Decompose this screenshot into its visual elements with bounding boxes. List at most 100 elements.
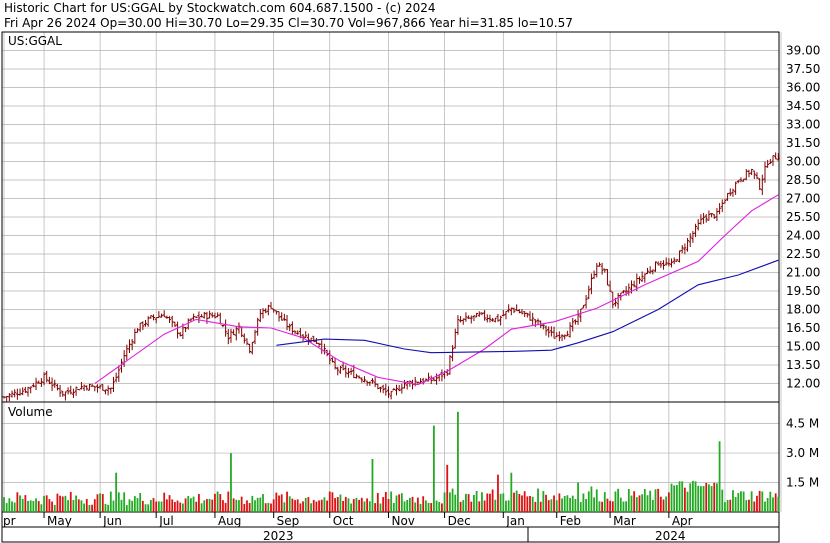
volume-bar — [32, 500, 35, 512]
price-tick-label: 15.00 — [786, 340, 820, 354]
volume-bar — [294, 500, 296, 512]
volume-bar — [246, 500, 248, 512]
volume-bar — [200, 503, 203, 512]
volume-bar — [708, 484, 710, 512]
volume-bar — [125, 505, 128, 512]
stock-chart: Historic Chart for US:GGAL by Stockwatch… — [0, 0, 830, 543]
volume-bar — [371, 458, 374, 512]
volume-bar — [149, 499, 152, 512]
volume-bar — [603, 492, 606, 512]
volume-bar — [75, 495, 77, 512]
volume-bar — [416, 497, 419, 512]
volume-bar — [203, 500, 206, 512]
volume-bar — [465, 493, 467, 512]
volume-bar — [222, 500, 224, 512]
volume-bar — [379, 503, 382, 512]
volume-bar — [251, 495, 254, 512]
volume-bar — [745, 500, 748, 512]
month-label: Sep — [277, 514, 300, 528]
volume-bar — [689, 483, 692, 512]
volume-bar — [211, 499, 214, 512]
volume-bar — [579, 502, 582, 512]
volume-bar — [214, 493, 216, 512]
volume-bar — [638, 495, 641, 512]
volume-bar — [307, 497, 310, 512]
volume-bar — [523, 491, 526, 512]
volume-bar — [59, 495, 61, 512]
volume-bar — [758, 490, 761, 512]
volume-bar — [582, 493, 585, 512]
volume-bar — [691, 480, 694, 512]
price-tick-label: 39.00 — [786, 44, 820, 58]
volume-bar — [545, 494, 547, 512]
volume-bar — [675, 485, 678, 512]
volume-bar — [272, 499, 275, 512]
volume-bar — [742, 491, 745, 512]
volume-bar — [550, 499, 553, 512]
volume-bar — [320, 499, 323, 512]
volume-bar — [659, 496, 662, 512]
price-tick-label: 13.50 — [786, 358, 820, 372]
volume-bar — [705, 482, 708, 512]
volume-bar — [336, 497, 339, 512]
volume-bar — [187, 496, 190, 512]
volume-bar — [432, 425, 435, 512]
chart-header-line1: Historic Chart for US:GGAL by Stockwatch… — [4, 1, 436, 15]
volume-bar — [360, 497, 363, 512]
volume-bar — [24, 495, 27, 512]
volume-bar — [422, 496, 425, 512]
price-tick-label: 28.50 — [786, 173, 820, 187]
volume-bar — [315, 501, 318, 512]
volume-bar — [414, 502, 417, 512]
volume-bar — [459, 501, 462, 512]
volume-bar — [699, 486, 702, 512]
volume-bar — [123, 492, 126, 512]
volume-bar — [155, 501, 158, 512]
volume-bar — [585, 498, 587, 512]
volume-bar — [518, 493, 521, 512]
price-tick-label: 27.00 — [786, 192, 820, 206]
volume-bar — [427, 502, 430, 512]
volume-bar — [678, 481, 681, 512]
volume-bar — [80, 500, 83, 512]
volume-bar — [374, 503, 377, 512]
volume-bar — [85, 499, 88, 512]
volume-bar — [716, 483, 718, 512]
price-tick-label: 33.00 — [786, 118, 820, 132]
volume-bar — [769, 491, 772, 512]
price-tick-label: 21.00 — [786, 266, 820, 280]
volume-bar — [438, 501, 441, 512]
volume-bar — [347, 498, 350, 512]
volume-bar — [16, 492, 19, 512]
volume-bar — [574, 499, 577, 512]
volume-bar — [555, 500, 558, 512]
price-tick-label: 16.50 — [786, 321, 820, 335]
volume-bar — [173, 502, 176, 512]
year-label: 2024 — [655, 529, 686, 543]
volume-bar — [243, 503, 246, 512]
volume-bar — [406, 499, 409, 512]
volume-bar — [96, 494, 99, 512]
volume-bar — [619, 497, 622, 512]
volume-bar — [403, 501, 406, 512]
volume-bar — [515, 490, 518, 512]
volume-bar — [179, 502, 182, 512]
volume-bar — [184, 498, 187, 512]
volume-bar — [144, 504, 147, 512]
volume-bar — [702, 486, 705, 512]
volume-bar — [598, 501, 601, 512]
volume-tick-label: 4.5 M — [786, 417, 819, 431]
volume-bar — [435, 500, 438, 512]
volume-bar — [77, 499, 80, 512]
volume-bar — [69, 491, 72, 512]
volume-bar — [507, 500, 510, 512]
volume-bar — [93, 499, 96, 512]
volume-bar — [5, 503, 8, 512]
volume-bar — [499, 493, 502, 512]
year-label: 2023 — [263, 529, 294, 543]
volume-bar — [230, 453, 232, 512]
volume-bar — [449, 492, 451, 512]
volume-bar — [451, 488, 454, 512]
volume-bar — [363, 501, 366, 512]
volume-bar — [67, 500, 69, 512]
